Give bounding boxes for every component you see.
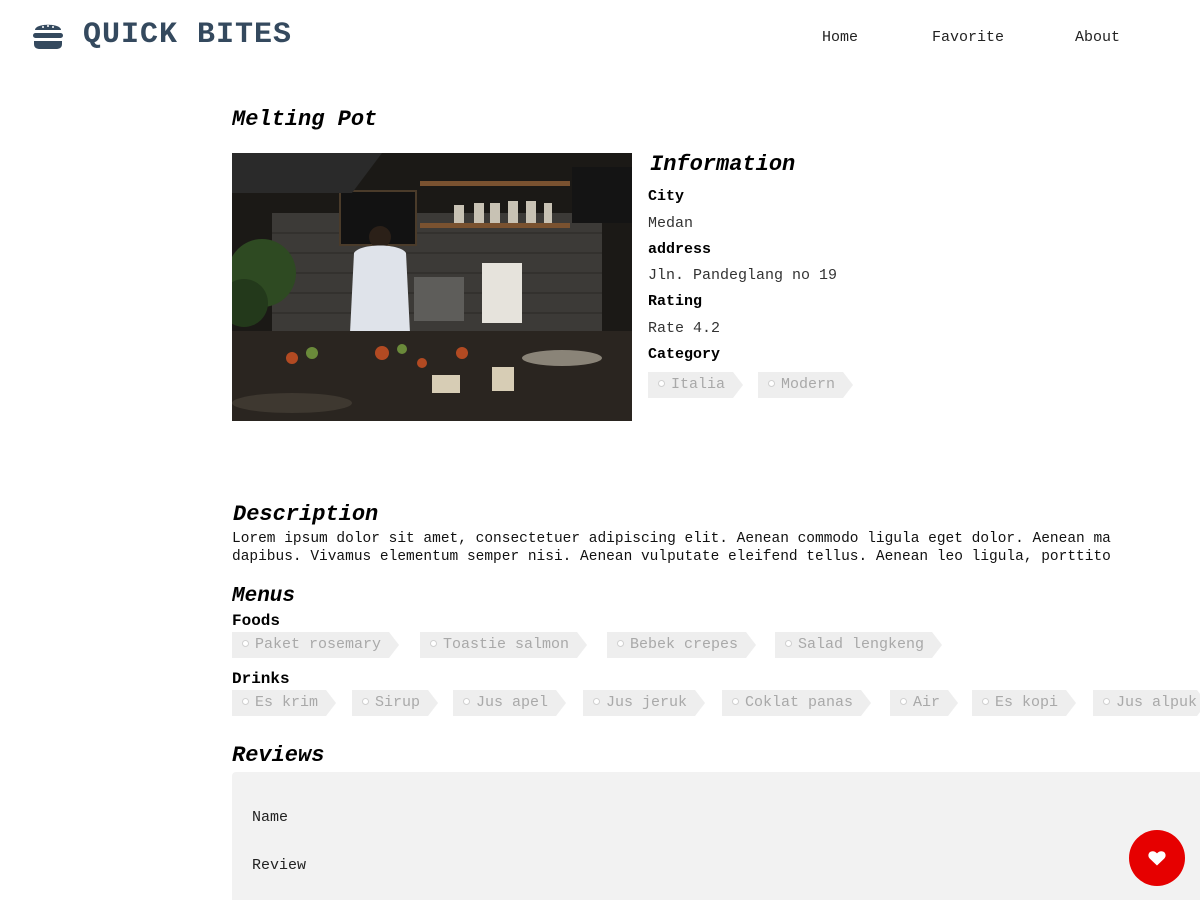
- review-card: [232, 772, 1200, 900]
- header: QUICK BITES Home Favorite About: [0, 0, 1200, 76]
- review-name-label: Name: [252, 809, 289, 826]
- foods-heading: Foods: [232, 612, 281, 630]
- food-tag: Paket rosemary: [232, 632, 400, 658]
- rating-value: Rate 4.2: [648, 320, 721, 337]
- menus-heading: Menus: [232, 585, 296, 608]
- drink-tag: Es kopi: [972, 690, 1077, 716]
- description-text: Lorem ipsum dolor sit amet, consectetuer…: [232, 530, 1200, 566]
- restaurant-photo: [232, 153, 632, 421]
- address-label: address: [648, 241, 712, 258]
- reviews-heading: Reviews: [232, 743, 325, 768]
- nav-about[interactable]: About: [1075, 29, 1120, 46]
- food-tag: Toastie salmon: [420, 632, 588, 658]
- food-tag: Bebek crepes: [607, 632, 757, 658]
- address-value: Jln. Pandeglang no 19: [648, 267, 838, 284]
- restaurant-name: Melting Pot: [232, 107, 378, 132]
- heart-icon: [1148, 851, 1166, 866]
- drink-tag: Jus apel: [453, 690, 567, 716]
- favorite-button[interactable]: [1129, 830, 1185, 886]
- description-line: dapibus. Vivamus elementum semper nisi. …: [232, 549, 1111, 565]
- category-tag: Italia: [648, 372, 744, 398]
- food-tag: Salad lengkeng: [775, 632, 943, 658]
- drink-tag: Es krim: [232, 690, 337, 716]
- brand-title[interactable]: QUICK BITES: [83, 18, 292, 52]
- information-heading: Information: [650, 152, 796, 177]
- drinks-heading: Drinks: [232, 670, 290, 688]
- burger-icon: [33, 24, 63, 49]
- city-label: City: [648, 188, 685, 205]
- category-tag: Modern: [758, 372, 854, 398]
- drink-tag: Coklat panas: [722, 690, 872, 716]
- drink-tag: Jus alpuk: [1093, 690, 1200, 716]
- rating-label: Rating: [648, 293, 703, 310]
- nav-favorite[interactable]: Favorite: [932, 29, 1004, 46]
- nav-home[interactable]: Home: [822, 29, 858, 46]
- category-label: Category: [648, 346, 721, 363]
- description-line: Lorem ipsum dolor sit amet, consectetuer…: [232, 531, 1111, 547]
- drink-tag: Air: [890, 690, 959, 716]
- drink-tag: Sirup: [352, 690, 439, 716]
- drink-tag: Jus jeruk: [583, 690, 706, 716]
- review-text-label: Review: [252, 857, 307, 874]
- city-value: Medan: [648, 215, 694, 232]
- description-heading: Description: [233, 502, 379, 527]
